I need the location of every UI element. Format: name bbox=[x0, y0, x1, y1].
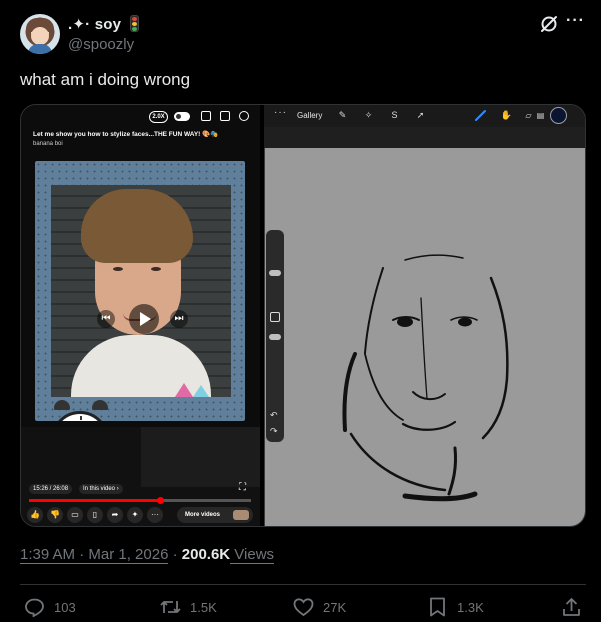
like-video-icon[interactable]: 👍 bbox=[27, 507, 43, 523]
dislike-video-icon[interactable]: 👎 bbox=[47, 507, 63, 523]
captions-icon[interactable] bbox=[220, 111, 230, 121]
views-label[interactable]: Views bbox=[230, 546, 275, 564]
video-topbar: 2.0X bbox=[21, 105, 260, 127]
video-more-icon[interactable]: ··· bbox=[147, 507, 163, 523]
more-videos-label: More videos bbox=[185, 512, 221, 518]
divider bbox=[20, 584, 586, 585]
video-screenshot: 2.0X Let me show you how to stylize face… bbox=[21, 105, 260, 526]
selection-icon[interactable]: S bbox=[388, 109, 401, 122]
author-avatar[interactable] bbox=[20, 14, 60, 54]
opacity-slider[interactable] bbox=[269, 334, 281, 340]
views-count: 200.6K bbox=[181, 546, 231, 563]
redo-icon[interactable]: ↷ bbox=[270, 426, 278, 437]
drawing-app: ··· Gallery ✎ ✧ S ➚ ✋ ▱ ▤ ↶ ↷ bbox=[264, 105, 585, 526]
traffic-light-icon bbox=[130, 15, 139, 32]
share-video-icon[interactable]: ➦ bbox=[107, 507, 123, 523]
chapter-arrow: › bbox=[116, 486, 119, 492]
color-picker[interactable] bbox=[550, 107, 567, 124]
brush-size-sidebar: ↶ ↷ bbox=[266, 230, 284, 442]
reply-count: 103 bbox=[54, 600, 76, 615]
video-progress-knob[interactable] bbox=[156, 497, 164, 504]
undo-icon[interactable]: ↶ bbox=[270, 410, 278, 421]
tweet-timestamp[interactable]: 1:39 AM · Mar 1, 2026 bbox=[20, 546, 169, 564]
adjustments-icon[interactable]: ✧ bbox=[362, 109, 375, 122]
author-display-name[interactable]: .✦· soy bbox=[68, 15, 121, 33]
video-time: 15:26 / 26:08 bbox=[29, 484, 73, 494]
video-progress-fill bbox=[29, 499, 160, 502]
video-actions: 👍 👎 ▭ ▯ ➦ ✦ ··· More videos bbox=[27, 507, 255, 525]
meta-separator: · bbox=[168, 546, 182, 563]
tweet-text: what am i doing wrong bbox=[20, 70, 191, 89]
pink-triangle-icon bbox=[175, 383, 193, 397]
tweet-meta: 1:39 AM · Mar 1, 2026 · 200.6K Views bbox=[20, 546, 275, 564]
video-controls: 15:26 / 26:08 In this video › ⛶ 👍 👎 ▭ ▯ … bbox=[21, 427, 260, 526]
transform-icon[interactable]: ➚ bbox=[414, 109, 427, 122]
brush-size-slider[interactable] bbox=[269, 270, 281, 276]
autoplay-toggle[interactable] bbox=[174, 112, 190, 121]
bookmark-icon bbox=[430, 597, 445, 617]
video-frame: ⏮ ⏭ bbox=[35, 161, 245, 421]
previous-icon[interactable]: ⏮ bbox=[97, 310, 115, 328]
tweet-media[interactable]: 2.0X Let me show you how to stylize face… bbox=[20, 104, 586, 527]
eyedropper-button[interactable] bbox=[270, 312, 280, 322]
more-videos-button[interactable]: More videos bbox=[177, 507, 253, 523]
repost-icon bbox=[160, 601, 181, 613]
play-icon[interactable] bbox=[129, 304, 159, 334]
remix-icon[interactable]: ✦ bbox=[127, 507, 143, 523]
settings-icon[interactable] bbox=[239, 111, 249, 121]
tweet-post: .✦· soy @spoozly ··· what am i doing wro… bbox=[0, 0, 601, 622]
chapter-label: In this video bbox=[83, 486, 116, 492]
video-progress-bar[interactable] bbox=[29, 497, 251, 504]
drawing-canvas[interactable] bbox=[264, 148, 585, 526]
face-sketch bbox=[342, 254, 509, 502]
fullscreen-icon[interactable]: ⛶ bbox=[239, 482, 251, 494]
share-icon bbox=[563, 598, 580, 616]
video-channel: banana boi bbox=[33, 141, 63, 147]
wrench-icon[interactable]: ✎ bbox=[336, 109, 349, 122]
brush-icon[interactable] bbox=[474, 109, 487, 122]
actions-menu-icon[interactable]: ··· bbox=[274, 107, 287, 118]
video-title: Let me show you how to stylize faces...T… bbox=[33, 131, 219, 138]
blue-triangle-icon bbox=[193, 385, 209, 397]
layers-icon[interactable]: ▤ bbox=[534, 109, 547, 122]
drawing-toolbar: ··· Gallery ✎ ✧ S ➚ ✋ ▱ ▤ bbox=[264, 105, 585, 127]
heart-icon bbox=[293, 598, 314, 617]
chapter-chip[interactable]: In this video › bbox=[79, 484, 123, 494]
more-options-icon[interactable]: ··· bbox=[566, 12, 585, 30]
more-videos-thumbnail bbox=[233, 510, 249, 520]
reply-icon bbox=[25, 598, 44, 617]
grok-icon[interactable] bbox=[539, 14, 559, 34]
author-handle[interactable]: @spoozly bbox=[68, 36, 134, 53]
smudge-icon[interactable]: ✋ bbox=[500, 109, 513, 122]
portrait-photo bbox=[51, 185, 231, 397]
like-count: 27K bbox=[323, 600, 347, 615]
save-video-icon[interactable]: ▯ bbox=[87, 507, 103, 523]
playback-speed-badge[interactable]: 2.0X bbox=[149, 111, 168, 123]
cast-icon[interactable] bbox=[201, 111, 211, 121]
next-icon[interactable]: ⏭ bbox=[170, 310, 188, 328]
repost-count: 1.5K bbox=[190, 600, 217, 615]
comment-video-icon[interactable]: ▭ bbox=[67, 507, 83, 523]
bookmark-count: 1.3K bbox=[457, 600, 484, 615]
gallery-button[interactable]: Gallery bbox=[297, 111, 322, 120]
